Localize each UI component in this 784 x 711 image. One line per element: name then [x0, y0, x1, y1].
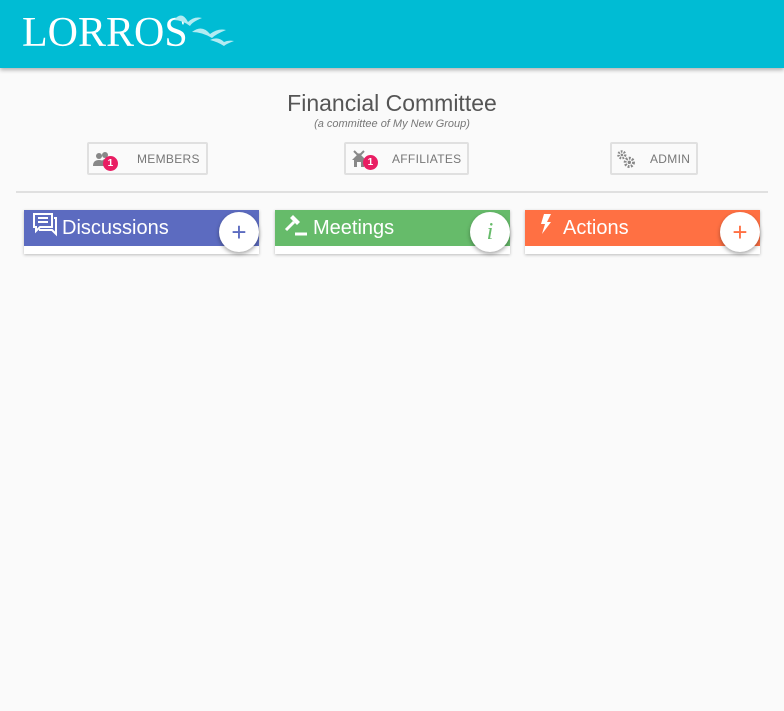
admin-button[interactable]: ADMIN	[610, 142, 699, 175]
meetings-card[interactable]: Meetings i	[275, 210, 510, 254]
birds-icon	[174, 15, 234, 46]
affiliates-badge: 1	[363, 154, 378, 170]
discussions-card[interactable]: Discussions +	[24, 210, 259, 254]
members-button[interactable]: 1 MEMBERS	[87, 142, 208, 175]
members-badge: 1	[103, 155, 118, 171]
lightning-icon	[541, 214, 551, 234]
page-title: Financial Committee	[287, 90, 497, 116]
affiliates-icon: 1	[350, 149, 378, 170]
chat-icon	[33, 213, 57, 237]
section-divider	[16, 191, 768, 193]
affiliates-button[interactable]: 1 AFFILIATES	[344, 142, 470, 175]
admin-label: ADMIN	[650, 151, 691, 166]
top-app-bar: LORROS	[0, 0, 784, 68]
add-discussion-button[interactable]: +	[219, 212, 259, 252]
logo-text: LORROS	[22, 10, 188, 56]
people-icon: 1	[93, 149, 118, 171]
discussions-label: Discussions	[62, 216, 169, 239]
meetings-info-button[interactable]: i	[470, 212, 510, 252]
add-action-button[interactable]: +	[720, 212, 760, 252]
lorros-logo[interactable]: LORROS	[22, 6, 234, 56]
meetings-label: Meetings	[313, 216, 395, 239]
affiliates-label: AFFILIATES	[392, 151, 462, 166]
gears-icon	[616, 149, 636, 169]
actions-label: Actions	[563, 216, 629, 239]
gavel-icon	[284, 215, 307, 236]
actions-card[interactable]: Actions +	[525, 210, 760, 254]
members-label: MEMBERS	[137, 151, 200, 166]
page-subtitle: (a committee of My New Group)	[314, 118, 470, 130]
